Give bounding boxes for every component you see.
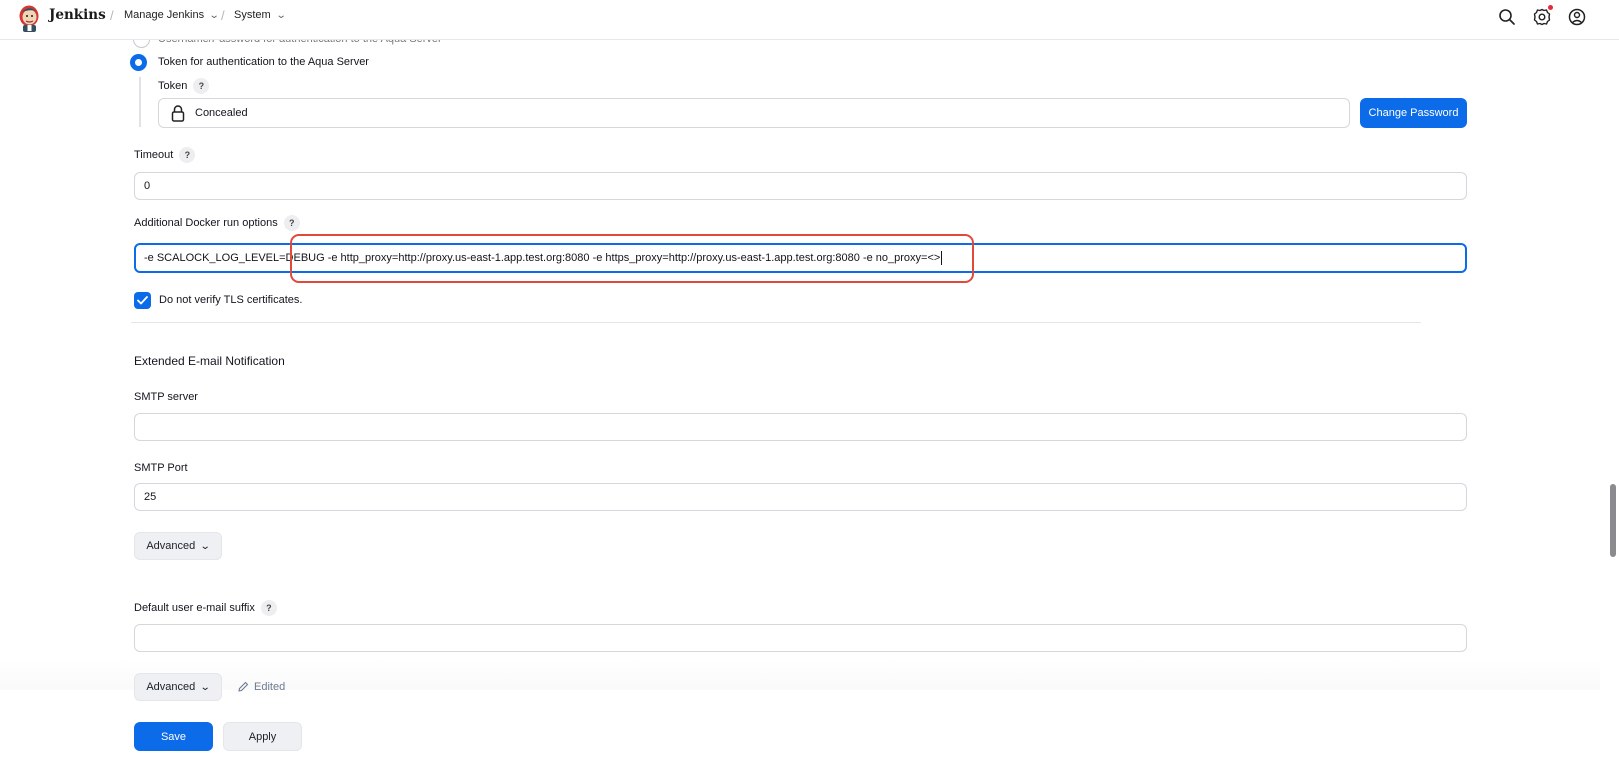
default-suffix-label: Default user e-mail suffix ? xyxy=(134,600,277,616)
nested-indent-bar xyxy=(139,77,141,127)
advanced-button[interactable]: Advanced ⌄ xyxy=(134,532,222,560)
token-label-text: Token xyxy=(158,80,188,92)
token-label: Token ? xyxy=(158,78,210,94)
smtp-server-input[interactable] xyxy=(134,413,1467,441)
chevron-down-icon[interactable]: ⌄ xyxy=(275,10,286,21)
change-password-button[interactable]: Change Password xyxy=(1360,98,1467,128)
smtp-port-label: SMTP Port xyxy=(134,462,188,474)
help-icon[interactable]: ? xyxy=(283,215,300,231)
smtp-port-input[interactable]: 25 xyxy=(134,483,1467,511)
timeout-input[interactable]: 0 xyxy=(134,172,1467,200)
docker-options-value: -e SCALOCK_LOG_LEVEL=DEBUG -e http_proxy… xyxy=(144,252,941,264)
timeout-label-text: Timeout xyxy=(134,149,174,161)
section-divider xyxy=(131,322,1421,323)
default-suffix-input[interactable] xyxy=(134,624,1467,652)
email-section-title: Extended E-mail Notification xyxy=(134,354,285,368)
docker-options-label: Additional Docker run options ? xyxy=(134,215,300,231)
help-icon[interactable]: ? xyxy=(179,147,196,163)
brand-title[interactable]: Jenkins xyxy=(49,7,106,23)
advanced-button-2[interactable]: Advanced ⌄ xyxy=(134,673,222,701)
chevron-down-icon[interactable]: ⌄ xyxy=(209,10,220,21)
smtp-server-label: SMTP server xyxy=(134,391,198,403)
breadcrumb-system[interactable]: System ⌄ xyxy=(234,9,286,21)
help-icon[interactable]: ? xyxy=(260,600,277,616)
top-bar: Jenkins / Manage Jenkins ⌄ / System ⌄ xyxy=(0,0,1619,40)
smtp-port-value: 25 xyxy=(144,491,157,503)
edited-indicator: Edited xyxy=(237,681,285,693)
lock-icon xyxy=(171,105,185,122)
advanced-button-label: Advanced xyxy=(146,681,196,693)
notification-dot xyxy=(1548,5,1553,10)
token-value: Concealed xyxy=(195,107,248,119)
token-option-label: Token for authentication to the Aqua Ser… xyxy=(158,56,369,68)
timeout-label: Timeout ? xyxy=(134,147,196,163)
default-suffix-label-text: Default user e-mail suffix xyxy=(134,602,255,614)
token-field[interactable]: Concealed xyxy=(158,98,1350,128)
radio-dot xyxy=(135,59,142,66)
user-icon[interactable] xyxy=(1566,6,1588,28)
chevron-down-icon: ⌄ xyxy=(200,540,211,552)
jenkins-logo-icon[interactable] xyxy=(16,3,42,33)
check-icon xyxy=(137,296,148,305)
save-button[interactable]: Save xyxy=(134,722,213,751)
apply-button[interactable]: Apply xyxy=(223,722,302,751)
scrollbar-thumb[interactable] xyxy=(1610,484,1616,557)
help-icon[interactable]: ? xyxy=(193,78,210,94)
edited-label: Edited xyxy=(254,681,286,693)
chevron-down-icon: ⌄ xyxy=(200,681,211,693)
pencil-icon xyxy=(238,681,249,692)
token-radio[interactable] xyxy=(130,54,147,71)
breadcrumb-separator: / xyxy=(110,8,114,23)
breadcrumb-label: Manage Jenkins xyxy=(124,9,205,21)
tls-checkbox[interactable] xyxy=(134,292,151,309)
search-icon[interactable] xyxy=(1496,6,1518,28)
advanced-button-label: Advanced xyxy=(146,540,196,552)
breadcrumb-separator: / xyxy=(221,8,225,23)
breadcrumb-label: System xyxy=(234,9,271,21)
text-cursor xyxy=(941,251,943,265)
docker-options-label-text: Additional Docker run options xyxy=(134,217,278,229)
docker-options-input[interactable]: -e SCALOCK_LOG_LEVEL=DEBUG -e http_proxy… xyxy=(134,243,1467,273)
tls-checkbox-label: Do not verify TLS certificates. xyxy=(159,294,303,306)
timeout-value: 0 xyxy=(144,180,151,192)
breadcrumb-manage-jenkins[interactable]: Manage Jenkins ⌄ xyxy=(124,9,220,21)
